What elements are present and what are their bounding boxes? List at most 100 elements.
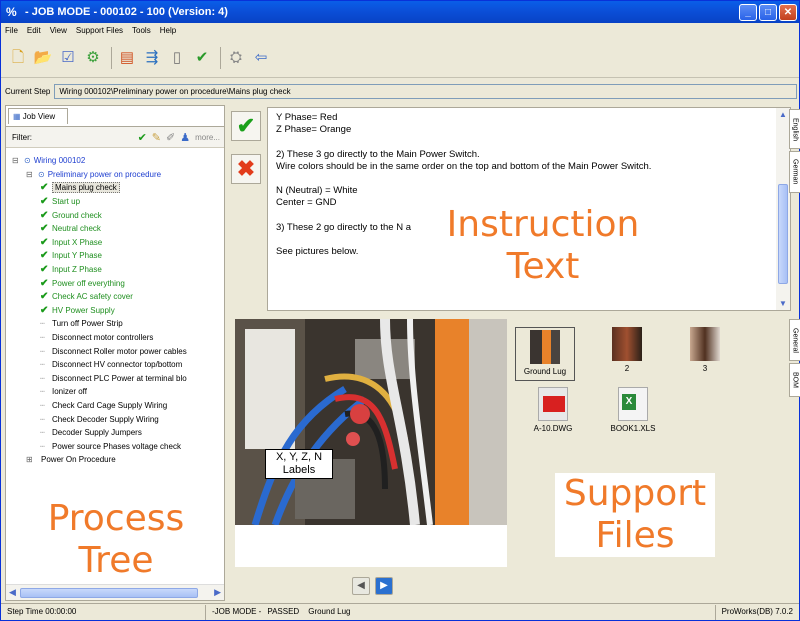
exit-door-icon[interactable]: ⇦ bbox=[250, 46, 272, 70]
menu-bar: File Edit View Support Files Tools Help bbox=[1, 23, 799, 37]
network-icon[interactable]: ⛭ bbox=[225, 46, 247, 70]
minimize-button[interactable]: _ bbox=[739, 3, 757, 21]
check-icon: ✔ bbox=[236, 113, 256, 138]
tree-item-label: Check Decoder Supply Wiring bbox=[52, 414, 159, 424]
instruction-line: Wire colors should be in the same order … bbox=[276, 160, 652, 172]
toolbar: 🗋 📂 ☑ ⚙ ▤ ⇶ ▯ ✔ ⛭ ⇦ bbox=[1, 38, 799, 78]
completed-check-icon: ✔ bbox=[40, 196, 49, 208]
instruction-panel[interactable]: Y Phase= Red Z Phase= Orange 2) These 3 go… bbox=[267, 107, 791, 311]
tree-item[interactable]: ┄ Decoder Supply Jumpers bbox=[12, 426, 224, 440]
tree-connector: ┄ bbox=[40, 387, 45, 397]
scroll-right-icon[interactable]: ▶ bbox=[214, 587, 221, 598]
next-image-button[interactable]: ▶ bbox=[375, 577, 393, 595]
page-icon[interactable]: ▯ bbox=[166, 46, 188, 70]
menu-tools[interactable]: Tools bbox=[132, 26, 151, 35]
fail-button[interactable]: ✖ bbox=[231, 154, 261, 184]
tree-item-label: Disconnect HV connector top/bottom bbox=[52, 360, 183, 370]
previous-image-button[interactable]: ◀ bbox=[352, 577, 370, 595]
status-mode: -JOB MODE - bbox=[212, 606, 262, 616]
tree-item[interactable]: ┄ Power source Phases voltage check bbox=[12, 439, 224, 453]
support-file-2[interactable]: 2 bbox=[597, 327, 657, 373]
support-file-name: 3 bbox=[702, 364, 708, 373]
overlay-line: Files bbox=[595, 515, 675, 556]
pass-button[interactable]: ✔ bbox=[231, 111, 261, 141]
tree-item[interactable]: ✔ Neutral check bbox=[12, 222, 224, 236]
export-icon[interactable]: ⇶ bbox=[141, 46, 163, 70]
completed-check-icon: ✔ bbox=[40, 236, 49, 248]
tab-job-view[interactable]: ▦ Job View bbox=[8, 108, 68, 124]
filter-tool-icon[interactable]: ✐ bbox=[166, 131, 175, 144]
tree-item[interactable]: ┄ Disconnect motor controllers bbox=[12, 331, 224, 345]
filter-note-icon[interactable]: ✎ bbox=[152, 131, 161, 144]
menu-help[interactable]: Help bbox=[160, 26, 176, 35]
collapse-icon[interactable]: ⊟ bbox=[26, 170, 38, 179]
tree-item-label: Ionizer off bbox=[52, 387, 87, 397]
expand-icon[interactable]: ⊞ bbox=[26, 455, 38, 464]
tree-horizontal-scrollbar[interactable]: ◀ ▶ bbox=[6, 584, 224, 600]
current-step-label: Current Step bbox=[5, 86, 51, 96]
tab-bom[interactable]: BOM bbox=[789, 363, 800, 397]
arrow-left-icon: ◀ bbox=[357, 580, 365, 591]
tree-connector: ┄ bbox=[40, 441, 45, 451]
scroll-down-icon[interactable]: ▼ bbox=[779, 299, 787, 308]
overlay-line: Text bbox=[506, 246, 580, 287]
scroll-up-icon[interactable]: ▲ bbox=[779, 110, 787, 119]
x-icon: ✖ bbox=[236, 156, 256, 181]
tree-item[interactable]: ✔ Input X Phase bbox=[12, 236, 224, 250]
scroll-thumb[interactable] bbox=[20, 588, 198, 598]
checklist-icon[interactable]: ☑ bbox=[57, 46, 79, 70]
tab-english[interactable]: English bbox=[789, 109, 800, 149]
tab-general[interactable]: General bbox=[789, 319, 800, 361]
settings-gear-icon[interactable]: ⚙ bbox=[82, 46, 104, 70]
scroll-thumb[interactable] bbox=[778, 184, 788, 284]
support-file-image[interactable] bbox=[235, 319, 507, 525]
collapse-icon[interactable]: ⊟ bbox=[12, 156, 24, 165]
image-frame-footer bbox=[235, 525, 507, 567]
new-document-icon[interactable]: 🗋 bbox=[7, 46, 29, 70]
tree-item[interactable]: ✔ Mains plug check bbox=[12, 181, 224, 195]
tree-item[interactable]: ✔ Start up bbox=[12, 195, 224, 209]
tree-item[interactable]: ┄ Turn off Power Strip bbox=[12, 317, 224, 331]
support-file-book1-xls[interactable]: X BOOK1.XLS bbox=[603, 387, 663, 433]
menu-file[interactable]: File bbox=[5, 26, 18, 35]
tree-item[interactable]: ✔ HV Power Supply bbox=[12, 304, 224, 318]
tree-item[interactable]: ✔ Input Z Phase bbox=[12, 263, 224, 277]
tree-item-label: Mains plug check bbox=[52, 182, 120, 194]
tree-item[interactable]: ✔ Check AC safety cover bbox=[12, 290, 224, 304]
menu-support-files[interactable]: Support Files bbox=[76, 26, 123, 35]
tree-item[interactable]: ┄ Ionizer off bbox=[12, 385, 224, 399]
menu-view[interactable]: View bbox=[50, 26, 67, 35]
tree-item[interactable]: ┄ Check Card Cage Supply Wiring bbox=[12, 399, 224, 413]
tree-item[interactable]: ⊞ Power On Procedure bbox=[12, 453, 224, 467]
filter-check-icon[interactable]: ✔ bbox=[138, 131, 147, 144]
close-button[interactable]: ✕ bbox=[779, 3, 797, 21]
tree-item[interactable]: ✔ Ground check bbox=[12, 208, 224, 222]
filter-user-icon[interactable]: ♟ bbox=[180, 131, 190, 144]
scroll-left-icon[interactable]: ◀ bbox=[9, 587, 16, 598]
tree-item[interactable]: ┄ Disconnect Roller motor power cables bbox=[12, 344, 224, 358]
approve-check-icon[interactable]: ✔ bbox=[191, 46, 213, 70]
tree-item[interactable]: ✔ Power off everything bbox=[12, 276, 224, 290]
tree-item[interactable]: ┄ Disconnect PLC Power at terminal blo bbox=[12, 372, 224, 386]
tree-connector: ┄ bbox=[40, 428, 45, 438]
tree-item[interactable]: ┄ Check Decoder Supply Wiring bbox=[12, 412, 224, 426]
title-bar[interactable]: % - JOB MODE - 000102 - 100 (Version: 4)… bbox=[1, 1, 799, 23]
instruction-vertical-scrollbar[interactable]: ▲ ▼ bbox=[776, 108, 790, 310]
support-file-ground-lug[interactable]: Ground Lug bbox=[515, 327, 575, 381]
callout-line: X, Y, Z, N bbox=[275, 451, 323, 463]
procedure-icon: ⊙ bbox=[24, 156, 31, 166]
tab-german[interactable]: German bbox=[789, 151, 800, 193]
tree-item[interactable]: ┄ Disconnect HV connector top/bottom bbox=[12, 358, 224, 372]
menu-edit[interactable]: Edit bbox=[27, 26, 41, 35]
panel-layout-icon[interactable]: ▤ bbox=[116, 46, 138, 70]
open-folder-icon[interactable]: 📂 bbox=[32, 46, 54, 70]
tree-item[interactable]: ✔ Input Y Phase bbox=[12, 249, 224, 263]
maximize-button[interactable]: □ bbox=[759, 3, 777, 21]
tree-item[interactable]: ⊟ ⊙ Wiring 000102 bbox=[12, 154, 224, 168]
filter-more-link[interactable]: more... bbox=[195, 133, 220, 142]
support-file-3[interactable]: 3 bbox=[675, 327, 735, 373]
instruction-line bbox=[276, 136, 771, 148]
tree-item[interactable]: ⊟ ⊙ Preliminary power on procedure bbox=[12, 168, 224, 182]
support-file-a10-dwg[interactable]: A-10.DWG bbox=[523, 387, 583, 433]
overlay-line: Support bbox=[563, 473, 707, 514]
